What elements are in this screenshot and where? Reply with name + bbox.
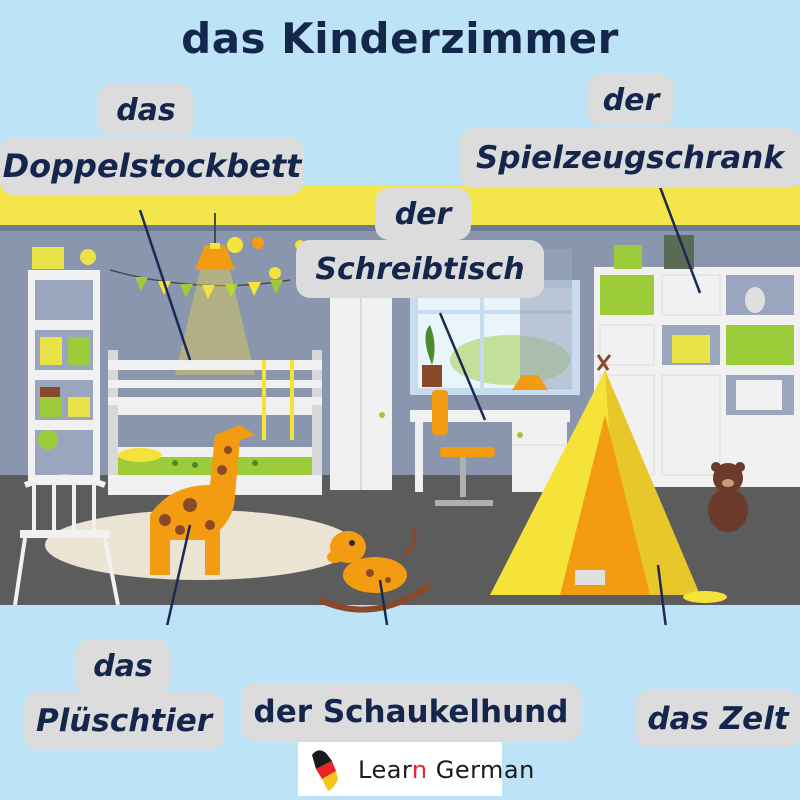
label-desk-article: der bbox=[375, 188, 471, 240]
label-rocking-dog: der Schaukelhund bbox=[241, 683, 581, 741]
label-cabinet-article: der bbox=[588, 74, 674, 126]
page-title: das Kinderzimmer bbox=[181, 14, 619, 63]
label-bed-noun: Doppelstockbett bbox=[0, 137, 304, 195]
label-cabinet-noun: Spielzeugschrank bbox=[460, 128, 800, 188]
germany-heart-logo-icon bbox=[312, 750, 338, 791]
bookshelf bbox=[28, 247, 100, 485]
label-plush-article: das bbox=[75, 640, 171, 692]
label-tent: das Zelt bbox=[636, 690, 800, 748]
label-desk-noun: Schreibtisch bbox=[296, 240, 544, 298]
learn-german-logo: Learn German bbox=[298, 742, 534, 796]
label-plush-noun: Plüschtier bbox=[24, 692, 224, 750]
label-bed-article: das bbox=[98, 84, 194, 136]
logo-text: Learn German bbox=[358, 756, 535, 784]
